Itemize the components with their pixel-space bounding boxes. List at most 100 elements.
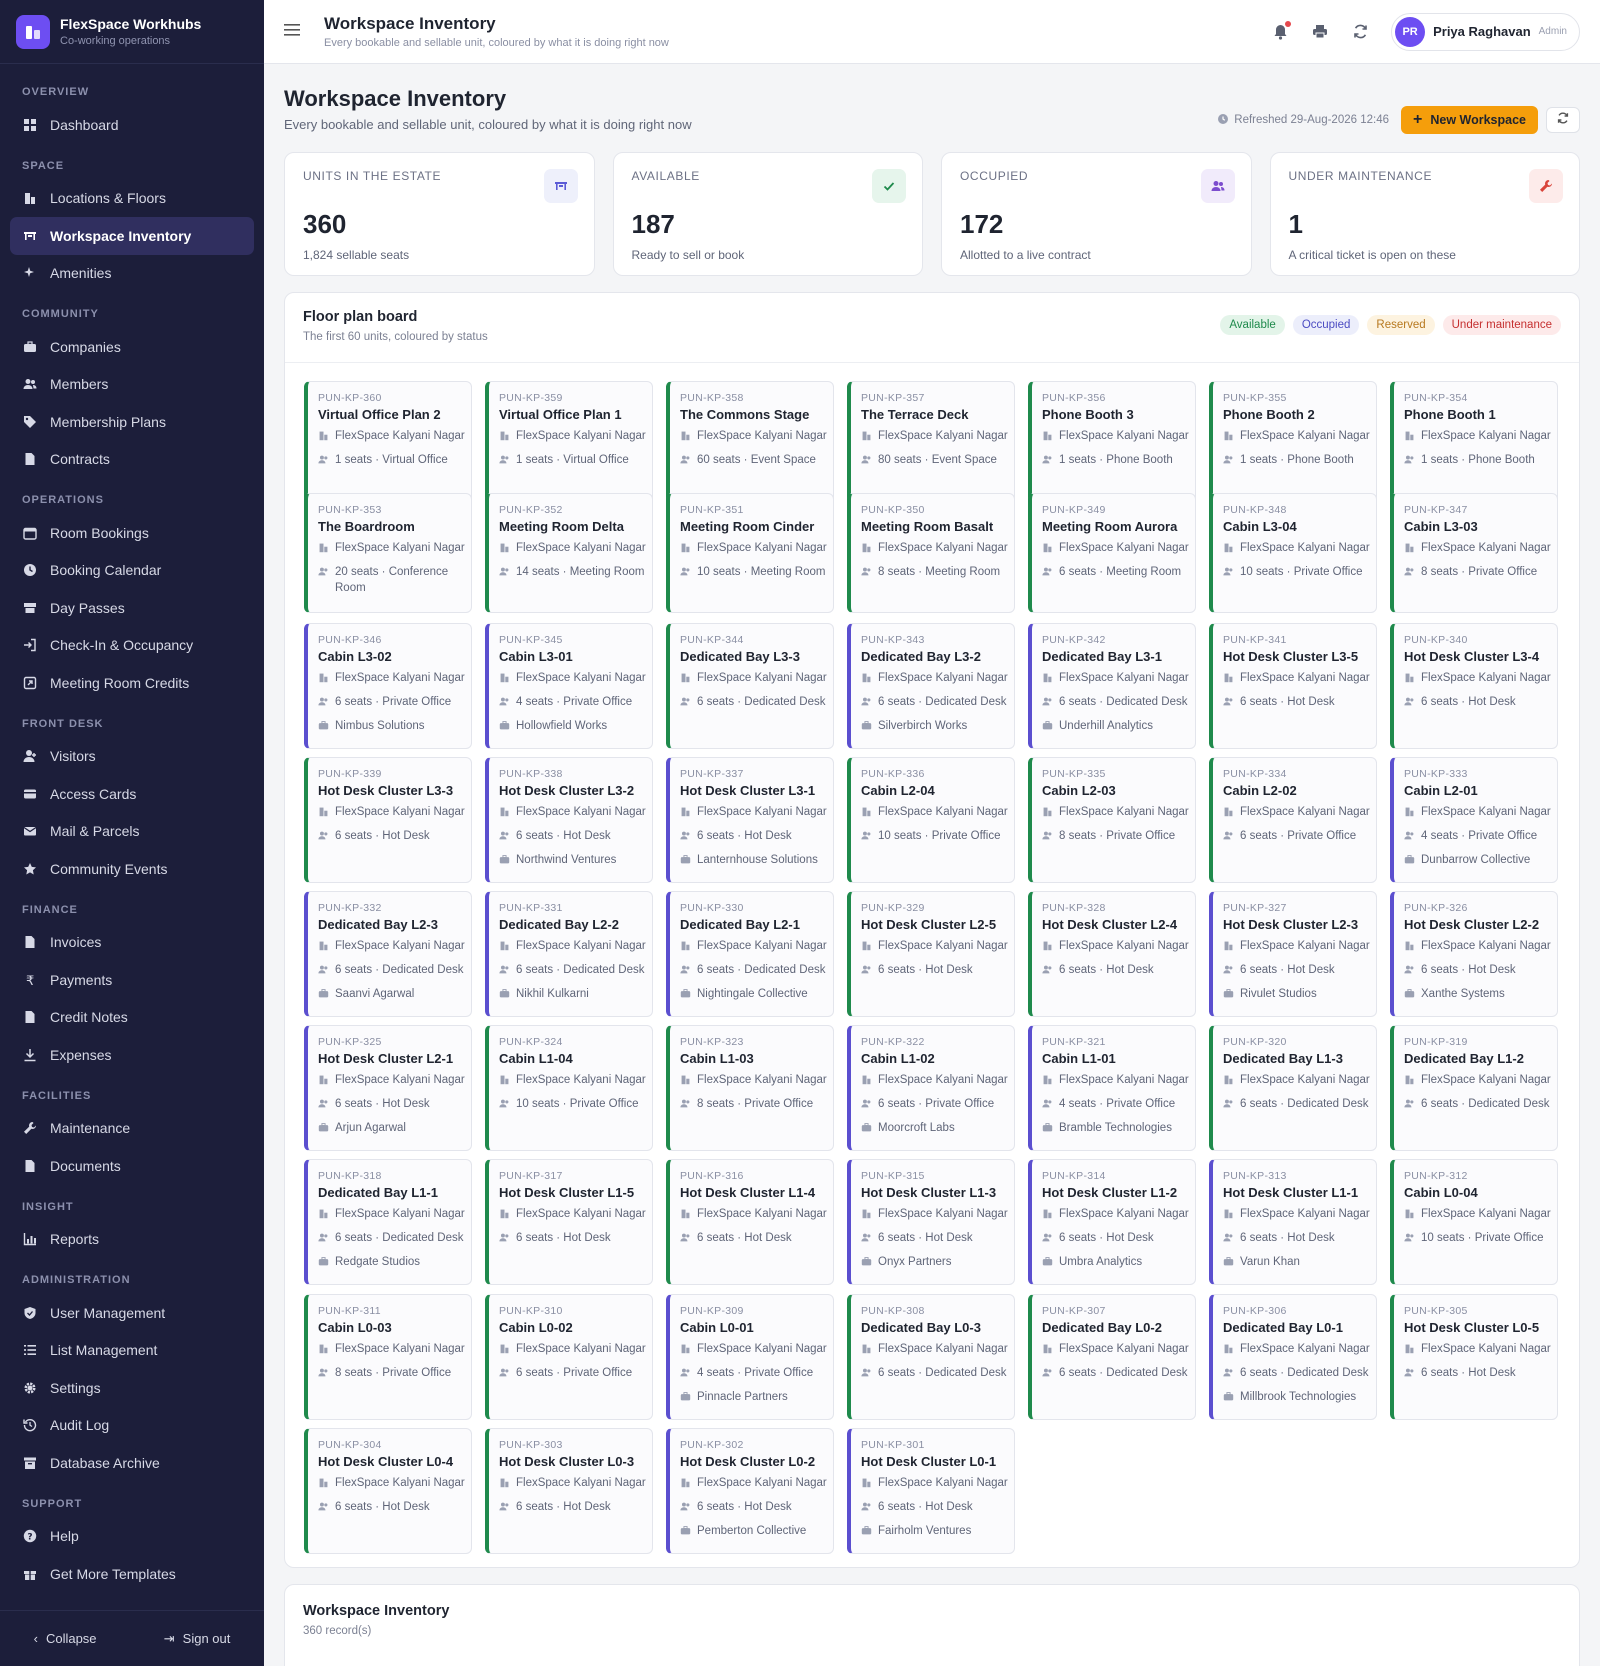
unit-card[interactable]: PUN-KP-309 Cabin L0-01 FlexSpace Kalyani N… xyxy=(666,1294,834,1420)
sidebar-item-database-archive[interactable]: Database Archive xyxy=(10,1444,254,1482)
unit-card[interactable]: PUN-KP-352 Meeting Room Delta FlexSpace Ka… xyxy=(485,493,653,613)
unit-card[interactable]: PUN-KP-321 Cabin L1-01 FlexSpace Kalyani N… xyxy=(1028,1025,1196,1151)
unit-card[interactable]: PUN-KP-346 Cabin L3-02 FlexSpace Kalyani N… xyxy=(304,623,472,749)
unit-card[interactable]: PUN-KP-353 The Boardroom FlexSpace Kalyani… xyxy=(304,493,472,613)
unit-card[interactable]: PUN-KP-351 Meeting Room Cinder FlexSpace K… xyxy=(666,493,834,613)
sidebar-item-access-cards[interactable]: Access Cards xyxy=(10,775,254,813)
brand[interactable]: FlexSpace Workhubs Co-working operations xyxy=(0,0,264,64)
unit-card[interactable]: PUN-KP-339 Hot Desk Cluster L3-3 FlexSpace… xyxy=(304,757,472,883)
unit-card[interactable]: PUN-KP-349 Meeting Room Aurora FlexSpace K… xyxy=(1028,493,1196,613)
unit-card[interactable]: PUN-KP-308 Dedicated Bay L0-3 FlexSpace Ka… xyxy=(847,1294,1015,1420)
collapse-button[interactable]: ‹ Collapse xyxy=(34,1631,97,1646)
unit-card[interactable]: PUN-KP-340 Hot Desk Cluster L3-4 FlexSpace… xyxy=(1390,623,1558,749)
sidebar-item-dashboard[interactable]: Dashboard xyxy=(10,106,254,144)
unit-card[interactable]: PUN-KP-315 Hot Desk Cluster L1-3 FlexSpace… xyxy=(847,1159,1015,1285)
new-workspace-button[interactable]: + New Workspace xyxy=(1401,106,1538,134)
unit-card[interactable]: PUN-KP-341 Hot Desk Cluster L3-5 FlexSpace… xyxy=(1209,623,1377,749)
sidebar-item-maintenance[interactable]: Maintenance xyxy=(10,1110,254,1148)
sidebar-item-payments[interactable]: ₹ Payments xyxy=(10,961,254,999)
sidebar-item-settings[interactable]: Settings xyxy=(10,1369,254,1407)
unit-card[interactable]: PUN-KP-301 Hot Desk Cluster L0-1 FlexSpace… xyxy=(847,1428,1015,1554)
unit-card[interactable]: PUN-KP-358 The Commons Stage FlexSpace Kal… xyxy=(666,381,834,503)
unit-card[interactable]: PUN-KP-304 Hot Desk Cluster L0-4 FlexSpace… xyxy=(304,1428,472,1554)
unit-card[interactable]: PUN-KP-306 Dedicated Bay L0-1 FlexSpace Ka… xyxy=(1209,1294,1377,1420)
unit-card[interactable]: PUN-KP-322 Cabin L1-02 FlexSpace Kalyani N… xyxy=(847,1025,1015,1151)
unit-card[interactable]: PUN-KP-342 Dedicated Bay L3-1 FlexSpace Ka… xyxy=(1028,623,1196,749)
unit-card[interactable]: PUN-KP-325 Hot Desk Cluster L2-1 FlexSpace… xyxy=(304,1025,472,1151)
sidebar-item-members[interactable]: Members xyxy=(10,366,254,404)
unit-card[interactable]: PUN-KP-313 Hot Desk Cluster L1-1 FlexSpace… xyxy=(1209,1159,1377,1285)
signout-button[interactable]: ⇥ Sign out xyxy=(164,1631,231,1647)
unit-card[interactable]: PUN-KP-350 Meeting Room Basalt FlexSpace K… xyxy=(847,493,1015,613)
unit-card[interactable]: PUN-KP-327 Hot Desk Cluster L2-3 FlexSpace… xyxy=(1209,891,1377,1017)
unit-card[interactable]: PUN-KP-336 Cabin L2-04 FlexSpace Kalyani N… xyxy=(847,757,1015,883)
sidebar-item-workspace-inventory[interactable]: Workspace Inventory xyxy=(10,217,254,255)
sync-icon[interactable] xyxy=(1351,23,1369,41)
sidebar-item-user-management[interactable]: User Management xyxy=(10,1294,254,1332)
unit-card[interactable]: PUN-KP-345 Cabin L3-01 FlexSpace Kalyani N… xyxy=(485,623,653,749)
unit-card[interactable]: PUN-KP-354 Phone Booth 1 FlexSpace Kalyani… xyxy=(1390,381,1558,503)
unit-card[interactable]: PUN-KP-319 Dedicated Bay L1-2 FlexSpace Ka… xyxy=(1390,1025,1558,1151)
sidebar-item-reports[interactable]: Reports xyxy=(10,1221,254,1259)
sidebar-item-meeting-room-credits[interactable]: Meeting Room Credits xyxy=(10,664,254,702)
unit-card[interactable]: PUN-KP-326 Hot Desk Cluster L2-2 FlexSpace… xyxy=(1390,891,1558,1017)
unit-card[interactable]: PUN-KP-359 Virtual Office Plan 1 FlexSpace… xyxy=(485,381,653,503)
bell-icon[interactable] xyxy=(1271,20,1292,41)
sidebar-item-credit-notes[interactable]: Credit Notes xyxy=(10,999,254,1037)
unit-card[interactable]: PUN-KP-347 Cabin L3-03 FlexSpace Kalyani N… xyxy=(1390,493,1558,613)
unit-card[interactable]: PUN-KP-329 Hot Desk Cluster L2-5 FlexSpace… xyxy=(847,891,1015,1017)
unit-card[interactable]: PUN-KP-331 Dedicated Bay L2-2 FlexSpace Ka… xyxy=(485,891,653,1017)
sidebar-item-list-management[interactable]: List Management xyxy=(10,1332,254,1370)
sidebar-item-check-in-and-occupancy[interactable]: Check-In & Occupancy xyxy=(10,627,254,665)
unit-card[interactable]: PUN-KP-344 Dedicated Bay L3-3 FlexSpace Ka… xyxy=(666,623,834,749)
sidebar-item-booking-calendar[interactable]: Booking Calendar xyxy=(10,552,254,590)
unit-card[interactable]: PUN-KP-318 Dedicated Bay L1-1 FlexSpace Ka… xyxy=(304,1159,472,1285)
unit-card[interactable]: PUN-KP-317 Hot Desk Cluster L1-5 FlexSpace… xyxy=(485,1159,653,1285)
unit-card[interactable]: PUN-KP-356 Phone Booth 3 FlexSpace Kalyani… xyxy=(1028,381,1196,503)
sidebar-item-community-events[interactable]: Community Events xyxy=(10,850,254,888)
unit-card[interactable]: PUN-KP-307 Dedicated Bay L0-2 FlexSpace Ka… xyxy=(1028,1294,1196,1420)
sidebar-item-help[interactable]: ? Help xyxy=(10,1518,254,1556)
sidebar-item-audit-log[interactable]: Audit Log xyxy=(10,1407,254,1445)
unit-card[interactable]: PUN-KP-314 Hot Desk Cluster L1-2 FlexSpace… xyxy=(1028,1159,1196,1285)
sidebar-item-room-bookings[interactable]: Room Bookings xyxy=(10,514,254,552)
unit-card[interactable]: PUN-KP-335 Cabin L2-03 FlexSpace Kalyani N… xyxy=(1028,757,1196,883)
unit-card[interactable]: PUN-KP-343 Dedicated Bay L3-2 FlexSpace Ka… xyxy=(847,623,1015,749)
sidebar-item-locations-and-floors[interactable]: Locations & Floors xyxy=(10,180,254,218)
unit-card[interactable]: PUN-KP-360 Virtual Office Plan 2 FlexSpace… xyxy=(304,381,472,503)
unit-card[interactable]: PUN-KP-305 Hot Desk Cluster L0-5 FlexSpace… xyxy=(1390,1294,1558,1420)
sidebar-item-get-more-templates[interactable]: Get More Templates xyxy=(10,1555,254,1593)
unit-card[interactable]: PUN-KP-355 Phone Booth 2 FlexSpace Kalyani… xyxy=(1209,381,1377,503)
printer-icon[interactable] xyxy=(1311,23,1329,41)
unit-card[interactable]: PUN-KP-310 Cabin L0-02 FlexSpace Kalyani N… xyxy=(485,1294,653,1420)
menu-icon[interactable] xyxy=(284,23,304,41)
unit-card[interactable]: PUN-KP-332 Dedicated Bay L2-3 FlexSpace Ka… xyxy=(304,891,472,1017)
sidebar-item-invoices[interactable]: Invoices xyxy=(10,924,254,962)
sidebar-item-membership-plans[interactable]: Membership Plans xyxy=(10,403,254,441)
sidebar-item-day-passes[interactable]: Day Passes xyxy=(10,589,254,627)
sidebar-item-documents[interactable]: Documents xyxy=(10,1147,254,1185)
unit-card[interactable]: PUN-KP-338 Hot Desk Cluster L3-2 FlexSpace… xyxy=(485,757,653,883)
sidebar-item-visitors[interactable]: Visitors xyxy=(10,738,254,776)
unit-card[interactable]: PUN-KP-330 Dedicated Bay L2-1 FlexSpace Ka… xyxy=(666,891,834,1017)
refresh-button[interactable] xyxy=(1546,107,1580,133)
unit-card[interactable]: PUN-KP-311 Cabin L0-03 FlexSpace Kalyani N… xyxy=(304,1294,472,1420)
unit-card[interactable]: PUN-KP-348 Cabin L3-04 FlexSpace Kalyani N… xyxy=(1209,493,1377,613)
unit-card[interactable]: PUN-KP-337 Hot Desk Cluster L3-1 FlexSpace… xyxy=(666,757,834,883)
unit-card[interactable]: PUN-KP-334 Cabin L2-02 FlexSpace Kalyani N… xyxy=(1209,757,1377,883)
unit-card[interactable]: PUN-KP-328 Hot Desk Cluster L2-4 FlexSpace… xyxy=(1028,891,1196,1017)
unit-card[interactable]: PUN-KP-320 Dedicated Bay L1-3 FlexSpace Ka… xyxy=(1209,1025,1377,1151)
unit-card[interactable]: PUN-KP-357 The Terrace Deck FlexSpace Kaly… xyxy=(847,381,1015,503)
unit-card[interactable]: PUN-KP-324 Cabin L1-04 FlexSpace Kalyani N… xyxy=(485,1025,653,1151)
user-menu[interactable]: PR Priya Raghavan Admin xyxy=(1391,12,1580,51)
sidebar-item-contracts[interactable]: Contracts xyxy=(10,441,254,479)
sidebar-item-amenities[interactable]: Amenities xyxy=(10,255,254,293)
unit-card[interactable]: PUN-KP-312 Cabin L0-04 FlexSpace Kalyani N… xyxy=(1390,1159,1558,1285)
sidebar-item-companies[interactable]: Companies xyxy=(10,328,254,366)
unit-card[interactable]: PUN-KP-333 Cabin L2-01 FlexSpace Kalyani N… xyxy=(1390,757,1558,883)
sidebar-item-mail-and-parcels[interactable]: Mail & Parcels xyxy=(10,813,254,851)
sidebar-item-expenses[interactable]: Expenses xyxy=(10,1036,254,1074)
unit-card[interactable]: PUN-KP-302 Hot Desk Cluster L0-2 FlexSpace… xyxy=(666,1428,834,1554)
unit-card[interactable]: PUN-KP-316 Hot Desk Cluster L1-4 FlexSpace… xyxy=(666,1159,834,1285)
unit-card[interactable]: PUN-KP-323 Cabin L1-03 FlexSpace Kalyani N… xyxy=(666,1025,834,1151)
